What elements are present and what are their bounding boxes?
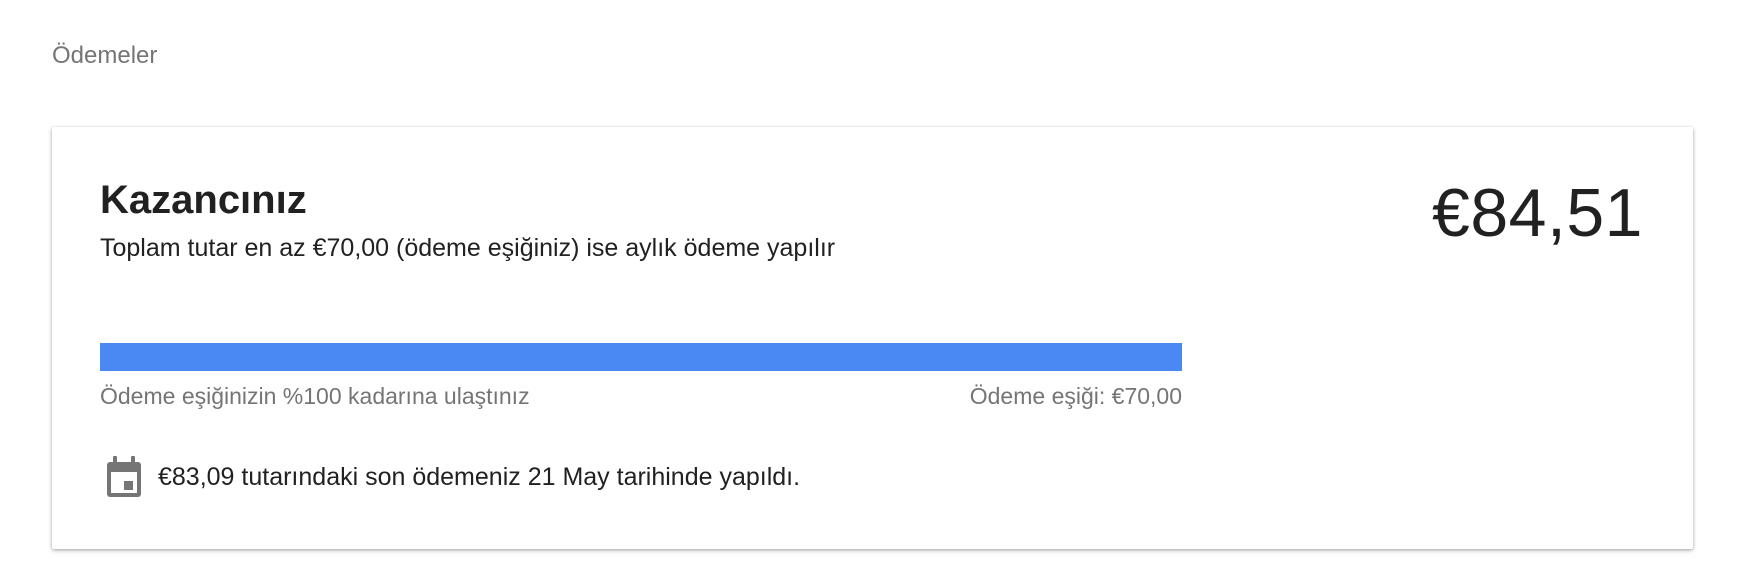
threshold-progress-bar <box>100 343 1182 371</box>
threshold-progress-label: Ödeme eşiğinizin %100 kadarına ulaştınız <box>100 383 530 409</box>
section-title: Ödemeler <box>52 42 158 69</box>
card-title: Kazancınız <box>100 178 307 222</box>
last-payment-row: €83,09 tutarındaki son ödemeniz 21 May t… <box>104 455 800 499</box>
threshold-progress-fill <box>100 343 1182 371</box>
balance-amount: €84,51 <box>1432 175 1643 251</box>
calendar-icon <box>104 455 144 499</box>
payments-page: Ödemeler Kazancınız Toplam tutar en az €… <box>0 0 1748 570</box>
last-payment-text: €83,09 tutarındaki son ödemeniz 21 May t… <box>158 463 801 491</box>
earnings-card: Kazancınız Toplam tutar en az €70,00 (öd… <box>52 127 1693 549</box>
card-subtitle: Toplam tutar en az €70,00 (ödeme eşiğini… <box>100 234 836 262</box>
